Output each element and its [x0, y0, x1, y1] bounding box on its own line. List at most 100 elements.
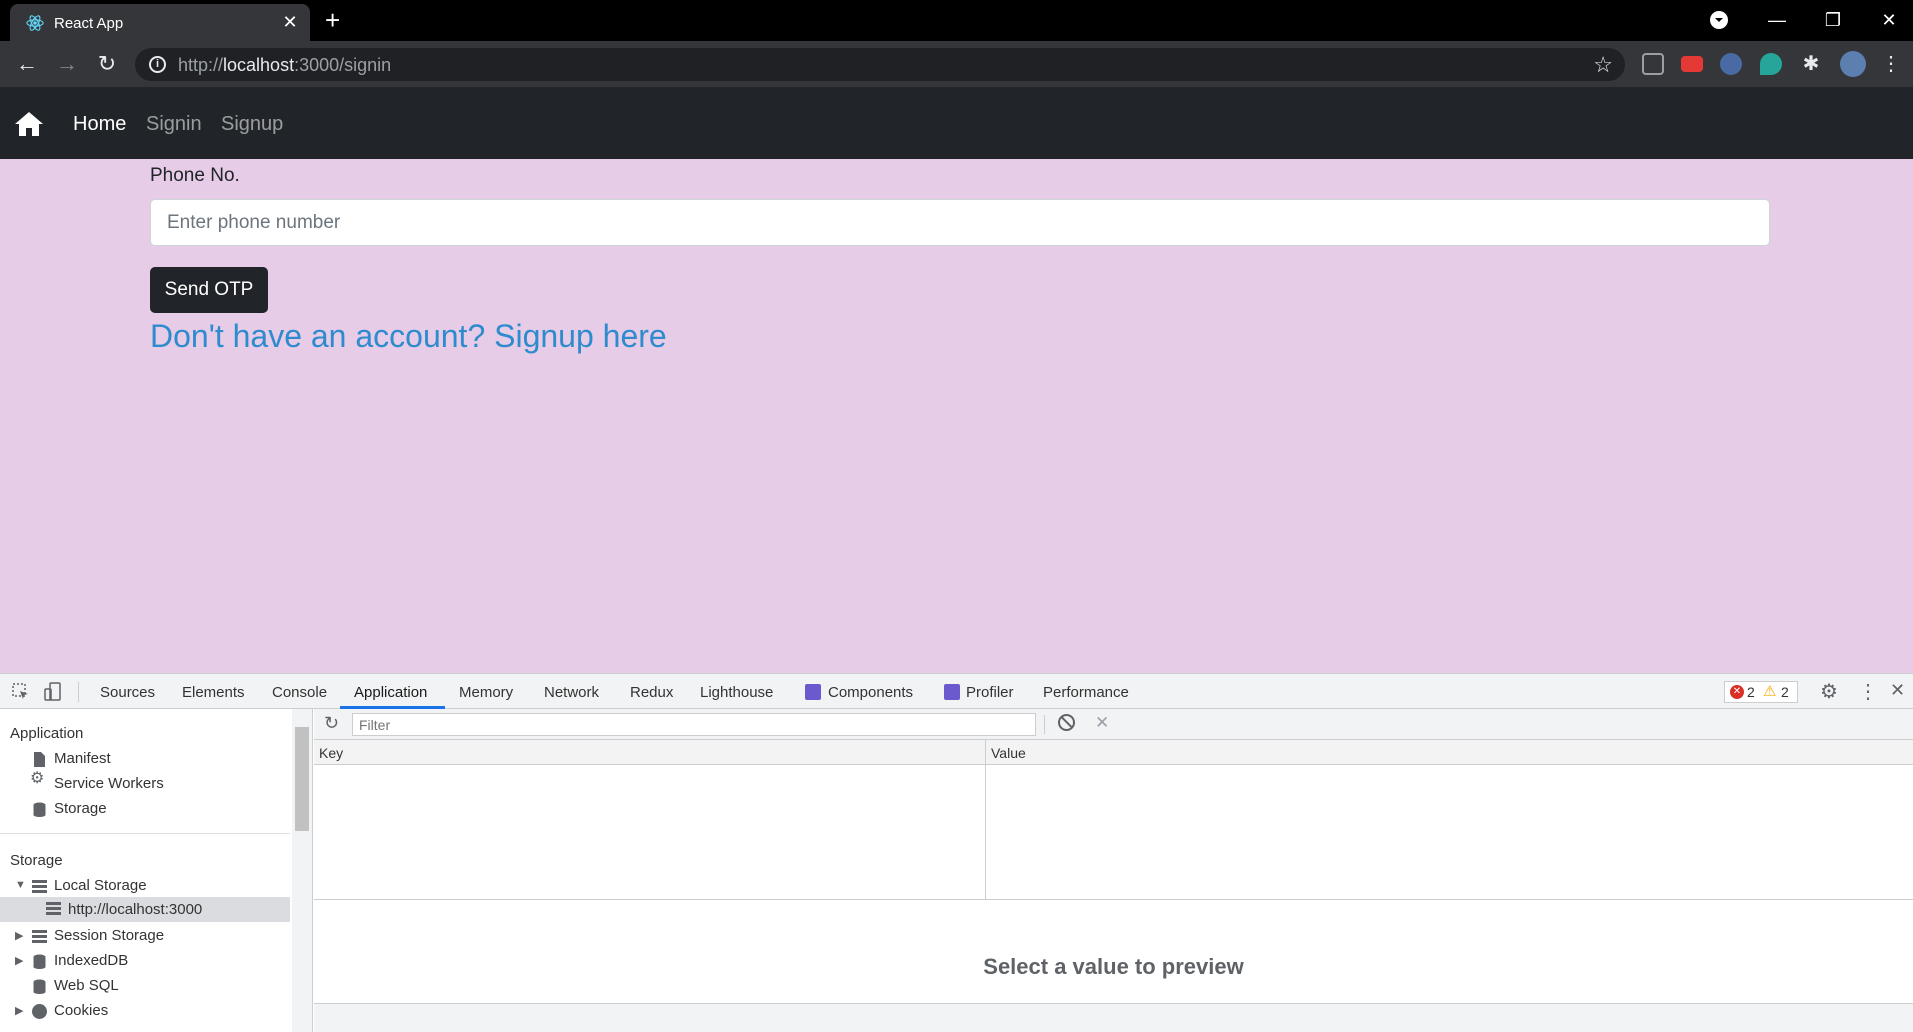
tab-redux[interactable]: Redux [630, 684, 673, 701]
sidebar-item-storage[interactable]: Storage [54, 800, 107, 817]
new-tab-button[interactable]: + [325, 7, 340, 33]
preview-footer [314, 1003, 1913, 1032]
restore-button[interactable]: ❐ [1805, 0, 1861, 41]
sidebar-item-local-storage[interactable]: Local Storage [54, 877, 147, 894]
back-icon[interactable]: ← [14, 51, 40, 77]
grid-header: Key Value [314, 740, 1913, 765]
devtools-panel: Sources Elements Console Application Mem… [0, 673, 1913, 1032]
tab-title: React App [54, 15, 124, 32]
forward-icon[interactable]: → [54, 51, 80, 77]
tab-profiler[interactable]: Profiler [966, 684, 1014, 701]
cookie-icon [32, 1004, 47, 1019]
warning-count: 2 [1781, 684, 1789, 700]
table-icon [46, 902, 61, 917]
storage-viewer: ↻ ✕ Key Value Select a value to preview [314, 709, 1913, 1032]
info-icon[interactable]: i [149, 56, 166, 73]
selected-row[interactable]: http://localhost:3000 [0, 897, 290, 922]
database-icon [33, 954, 46, 969]
bookmark-star-icon[interactable]: ☆ [1593, 52, 1613, 78]
sidebar-item-cookies[interactable]: Cookies [54, 1002, 108, 1019]
device-toolbar-icon[interactable] [44, 682, 62, 702]
tab-network[interactable]: Network [544, 684, 599, 701]
nav-signin-link[interactable]: Signin [146, 113, 202, 136]
components-icon [805, 684, 821, 700]
tab-elements[interactable]: Elements [182, 684, 245, 701]
storage-toolbar: ↻ ✕ [314, 709, 1913, 740]
clear-all-icon[interactable] [1058, 714, 1075, 731]
collapsed-triangle-icon[interactable]: ▶ [15, 1004, 23, 1017]
tab-components[interactable]: Components [828, 684, 913, 701]
browser-toolbar: ← → ↻ i http://localhost:3000/signin ☆ ✱… [0, 41, 1913, 87]
youtube-extension-icon[interactable] [1681, 56, 1703, 72]
scrollbar-thumb[interactable] [295, 727, 309, 831]
manifest-file-icon [34, 752, 45, 767]
storage-heading: Storage [10, 852, 63, 869]
signin-page: Phone No. Send OTP Don't have an account… [0, 159, 1913, 673]
application-sidebar: Application Manifest ⚙ Service Workers S… [0, 709, 313, 1032]
delete-selected-icon[interactable]: ✕ [1095, 713, 1109, 733]
tab-sources[interactable]: Sources [100, 684, 155, 701]
sidebar-item-service-workers[interactable]: Service Workers [54, 775, 164, 792]
browser-tab-bar: React App ✕ + — ❐ ✕ [0, 0, 1913, 41]
error-count: 2 [1747, 684, 1755, 700]
divider [1044, 715, 1045, 734]
url-text[interactable]: http://localhost:3000/signin [178, 55, 391, 76]
tab-application[interactable]: Application [354, 684, 427, 701]
settings-gear-icon[interactable]: ⚙ [1820, 679, 1838, 704]
preview-placeholder: Select a value to preview [983, 954, 1244, 979]
phone-input[interactable] [150, 199, 1770, 246]
pin-extension-icon[interactable] [1760, 53, 1782, 75]
nav-signup-link[interactable]: Signup [221, 113, 283, 136]
divider [78, 682, 79, 702]
gear-icon: ⚙ [30, 770, 45, 787]
sidebar-item-localhost[interactable]: http://localhost:3000 [68, 901, 202, 918]
warning-icon: ⚠ [1763, 683, 1777, 700]
home-icon[interactable] [14, 111, 44, 137]
browser-tab[interactable]: React App ✕ [10, 4, 310, 41]
divider [0, 833, 290, 834]
nav-home-link[interactable]: Home [73, 113, 126, 136]
tab-memory[interactable]: Memory [459, 684, 513, 701]
sidebar-item-web-sql[interactable]: Web SQL [54, 977, 119, 994]
sidebar-item-session-storage[interactable]: Session Storage [54, 927, 164, 944]
error-icon: ✕ [1730, 685, 1744, 699]
signup-link[interactable]: Don't have an account? Signup here [150, 318, 667, 355]
database-icon [33, 802, 46, 817]
issues-counter[interactable]: ✕ 2 ⚠ 2 [1724, 681, 1798, 703]
minimize-button[interactable]: — [1749, 0, 1805, 41]
database-icon [33, 979, 46, 994]
application-heading: Application [10, 725, 84, 742]
sidebar-item-indexeddb[interactable]: IndexedDB [54, 952, 128, 969]
tab-performance[interactable]: Performance [1043, 684, 1129, 701]
more-options-icon[interactable]: ⋮ [1858, 679, 1878, 704]
browser-menu-icon[interactable]: ⋮ [1880, 53, 1902, 75]
sidebar-scrollbar[interactable] [292, 709, 312, 1032]
column-key[interactable]: Key [319, 745, 343, 761]
phone-label: Phone No. [150, 165, 240, 186]
column-divider[interactable] [985, 740, 986, 900]
tab-lighthouse[interactable]: Lighthouse [700, 684, 773, 701]
cursor-extension-icon[interactable] [1720, 53, 1742, 75]
close-devtools-icon[interactable]: ✕ [1890, 680, 1905, 701]
filter-input[interactable] [352, 713, 1036, 736]
extensions-puzzle-icon[interactable]: ✱ [1800, 53, 1822, 75]
column-value[interactable]: Value [991, 745, 1026, 761]
refresh-icon[interactable]: ↻ [324, 713, 339, 734]
expand-triangle-icon[interactable]: ▼ [15, 879, 26, 891]
address-bar[interactable]: i http://localhost:3000/signin ☆ [135, 48, 1625, 81]
close-window-button[interactable]: ✕ [1861, 0, 1913, 41]
collapsed-triangle-icon[interactable]: ▶ [15, 929, 23, 942]
collapsed-triangle-icon[interactable]: ▶ [15, 954, 23, 967]
reload-icon[interactable]: ↻ [94, 51, 120, 77]
extension-icon[interactable] [1642, 53, 1664, 75]
profile-dropdown-icon[interactable] [1710, 11, 1728, 29]
table-icon [32, 930, 47, 945]
react-icon [26, 15, 44, 31]
sidebar-item-manifest[interactable]: Manifest [54, 750, 111, 767]
avatar[interactable] [1840, 51, 1866, 77]
app-navbar: Home Signin Signup [0, 87, 1913, 159]
tab-console[interactable]: Console [272, 684, 327, 701]
close-tab-icon[interactable]: ✕ [280, 12, 300, 32]
inspect-element-icon[interactable] [12, 683, 30, 701]
send-otp-button[interactable]: Send OTP [150, 267, 268, 313]
